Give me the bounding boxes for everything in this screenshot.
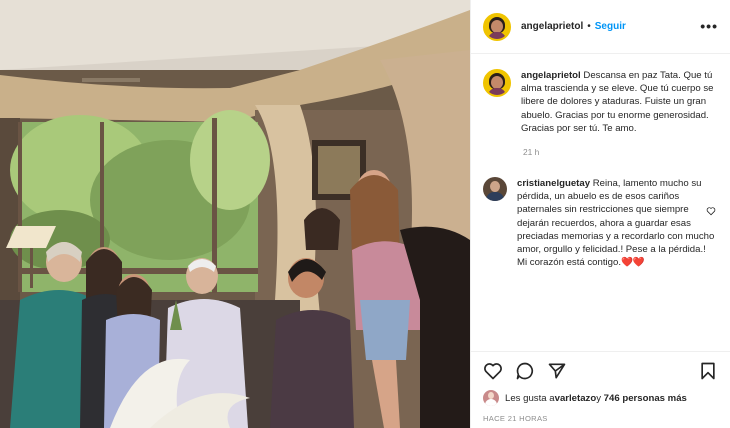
comment-like-heart-icon[interactable] xyxy=(706,206,716,216)
separator-dot: • xyxy=(587,21,591,32)
share-paper-plane-icon[interactable] xyxy=(547,361,567,381)
post-timestamp[interactable]: HACE 21 HORAS xyxy=(483,414,718,423)
author-username[interactable]: angelaprietol xyxy=(521,21,583,32)
post-side-panel: angelaprietol • Seguir ••• angelaprietol… xyxy=(470,0,730,428)
caption-time: 21 h xyxy=(523,147,540,158)
action-icons xyxy=(483,360,718,382)
likes-count-link[interactable]: 746 personas más xyxy=(604,393,687,404)
caption-username[interactable]: angelaprietol xyxy=(521,70,581,81)
comment-body-line2: Mi corazón está contigo.❤️❤️ xyxy=(517,257,645,269)
comment-text: cristianelguetay Reina, lamento mucho su… xyxy=(517,177,717,269)
comments-section[interactable]: angelaprietol Descansa en paz Tata. Que … xyxy=(471,55,730,351)
likes-middle: y xyxy=(596,392,601,404)
commenter-avatar[interactable] xyxy=(483,177,507,202)
liker-avatar[interactable] xyxy=(483,390,499,406)
follow-button[interactable]: Seguir xyxy=(595,21,626,32)
comment-body: Reina, lamento mucho su pérdida, un abue… xyxy=(517,178,715,256)
actions-section: Les gusta a varletazo y 746 personas más… xyxy=(471,351,730,428)
like-heart-icon[interactable] xyxy=(483,361,503,381)
likes-row: Les gusta a varletazo y 746 personas más xyxy=(483,390,718,406)
family-photo-illustration xyxy=(0,0,470,428)
comment-username[interactable]: cristianelguetay xyxy=(517,178,590,189)
comment-bubble-icon[interactable] xyxy=(515,361,535,381)
post-header: angelaprietol • Seguir ••• xyxy=(471,0,730,54)
post-photo[interactable] xyxy=(0,0,470,428)
caption-row: angelaprietol Descansa en paz Tata. Que … xyxy=(483,69,718,135)
instagram-post: angelaprietol • Seguir ••• angelaprietol… xyxy=(0,0,730,428)
more-options-icon[interactable]: ••• xyxy=(700,18,718,34)
caption-author-avatar[interactable] xyxy=(483,69,511,97)
caption-text: angelaprietol Descansa en paz Tata. Que … xyxy=(521,69,718,135)
likes-prefix: Les gusta a xyxy=(505,392,555,404)
save-bookmark-icon[interactable] xyxy=(698,361,718,381)
comment-row: cristianelguetay Reina, lamento mucho su… xyxy=(483,177,718,269)
liker-username[interactable]: varletazo xyxy=(555,393,597,404)
author-avatar[interactable] xyxy=(483,12,511,41)
